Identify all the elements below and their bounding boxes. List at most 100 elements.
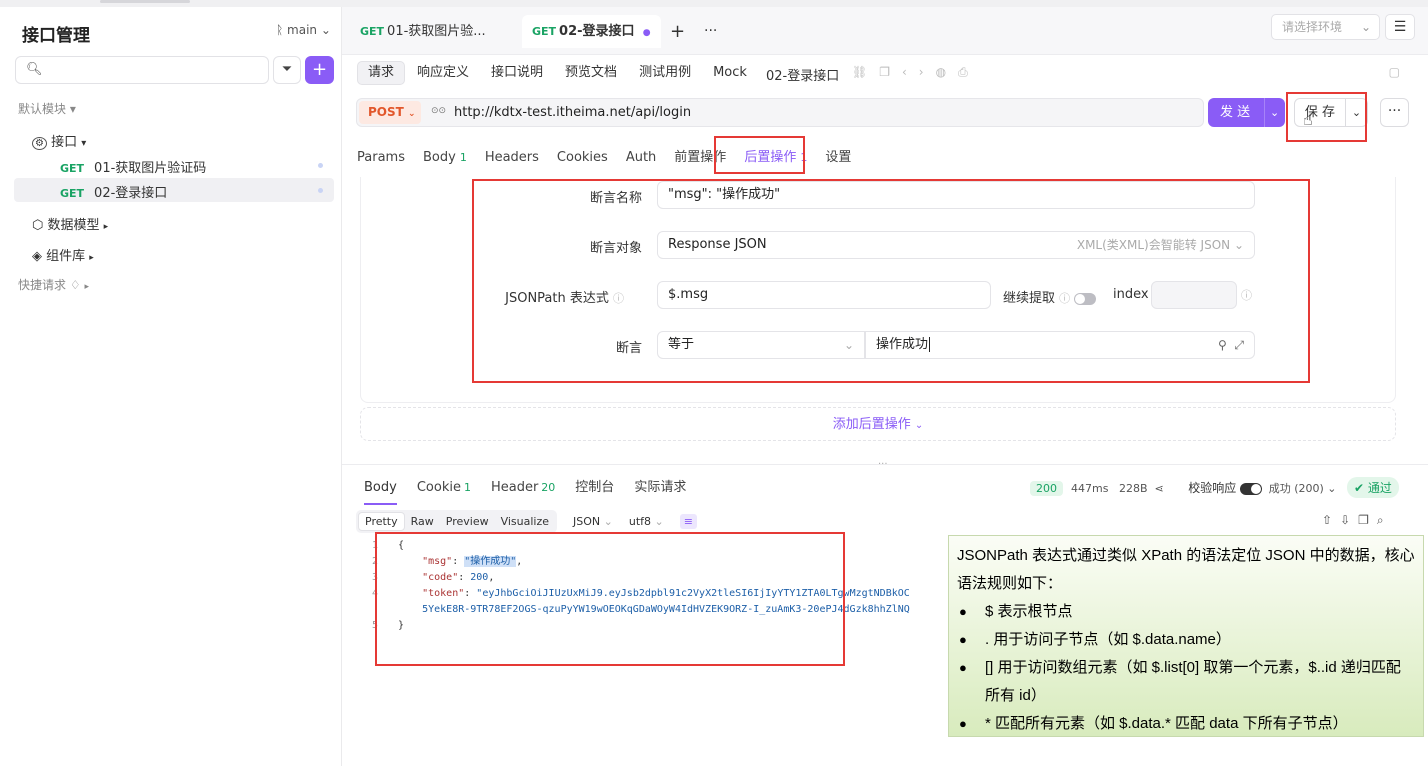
sidebar-item-api-01[interactable]: GET 01-获取图片验证码 [60, 157, 206, 176]
verify-label: 校验响应 [1188, 481, 1237, 495]
environment-select[interactable]: 请选择环境 ⌄ [1271, 14, 1380, 40]
verify-toggle[interactable] [1239, 483, 1262, 495]
api-name: 02-登录接口 [94, 186, 168, 201]
subtab-preview-doc[interactable]: 预览文档 [555, 61, 627, 85]
format-raw[interactable]: Raw [405, 513, 440, 530]
branch-selector[interactable]: ᚱ main ⌄ [276, 23, 331, 37]
sidebar-item-default-module[interactable]: 默认模块 ▾ [18, 100, 76, 117]
pass-badge: ✔ 通过 [1347, 477, 1399, 498]
tab-settings[interactable]: 设置 [825, 146, 851, 165]
encoding-select[interactable]: utf8 ⌄ [629, 515, 664, 528]
response-tools: ⇧⇩❐⌕ [1322, 513, 1392, 528]
tab-api-01[interactable]: GET 01-获取图片验... [350, 15, 496, 48]
copy-icon[interactable]: ❐ [879, 65, 902, 79]
tab-label: Cookie [416, 480, 461, 495]
content-type-select[interactable]: JSON ⌄ [573, 515, 613, 528]
tab-label: Cookies [556, 150, 608, 165]
check-icon: ✔ [1354, 481, 1365, 495]
branch-icon: ᚱ [276, 23, 284, 37]
layers-icon: ◈ [32, 249, 42, 264]
pass-label: 通过 [1367, 481, 1392, 495]
tab-method: GET [532, 25, 557, 38]
print-icon[interactable]: ⎙ [958, 65, 980, 79]
send-label: 发 送 [1220, 105, 1251, 120]
resp-tab-actual-request[interactable]: 实际请求 [634, 476, 686, 503]
window-handle [100, 0, 190, 3]
method-select[interactable]: POST ⌄ [359, 101, 421, 124]
tooltip-rule: [] 用于访问数组元素（如 $.list[0] 取第一个元素，$..id 递归匹… [957, 654, 1415, 710]
chevron-down-icon: ⌄ [1360, 20, 1371, 34]
pane-divider [342, 464, 1428, 465]
tab-label: 01-获取图片验... [387, 24, 486, 39]
response-size: 228B [1118, 482, 1148, 495]
upload-icon[interactable]: ⇧ [1322, 513, 1340, 527]
chevron-down-icon: ⌄ [914, 420, 924, 431]
chevron-down-icon: ⌄ [654, 515, 664, 528]
caret-right-icon: ▸ [84, 282, 89, 292]
tab-params[interactable]: Params [357, 150, 405, 165]
tab-body[interactable]: Body 1 [423, 150, 467, 165]
menu-button[interactable]: ☰ [1385, 14, 1415, 40]
tab-label: 实际请求 [634, 480, 687, 495]
verify-status[interactable]: 成功 (200) [1269, 482, 1324, 495]
subtab-mock[interactable]: Mock [703, 61, 757, 85]
tab-label: 02-登录接口 [559, 24, 635, 39]
wrap-lines-icon[interactable]: ≡ [679, 514, 697, 529]
api-subtabs: 请求 响应定义 接口说明 预览文档 测试用例 Mock [357, 61, 759, 85]
tab-auth[interactable]: Auth [626, 150, 656, 165]
resp-tab-body[interactable]: Body [364, 480, 397, 505]
resp-tab-cookie[interactable]: Cookie 1 [417, 480, 471, 503]
new-tab-button[interactable]: + [660, 15, 695, 48]
subtab-request[interactable]: 请求 [357, 61, 406, 85]
app-window: 接口管理 ᚱ main ⌄ 🔍︎ ⏷ + 默认模块 ▾ ⚙ 接口 ▾ GET 01… [0, 0, 1428, 766]
panel-toggle-icon[interactable]: ▢ [1389, 65, 1400, 79]
response-time: 447ms [1071, 482, 1109, 495]
more-button[interactable]: ··· [1380, 98, 1409, 127]
tab-label: Header [490, 480, 539, 495]
filter-button[interactable]: ⏷ [273, 56, 301, 84]
resp-tab-header[interactable]: Header 20 [491, 480, 555, 503]
sidebar-item-api-folder[interactable]: ⚙ 接口 ▾ [32, 131, 86, 150]
resp-tab-console[interactable]: 控制台 [575, 476, 614, 503]
tab-cookies[interactable]: Cookies [557, 150, 608, 165]
method-value: POST [368, 105, 404, 119]
sidebar-title: 接口管理 [22, 26, 90, 46]
add-post-operation-button[interactable]: 添加后置操作 ⌄ [360, 407, 1396, 441]
tab-headers[interactable]: Headers [485, 150, 539, 165]
tab-more-button[interactable]: ··· [694, 15, 727, 48]
search-icon[interactable]: ⌕ [1377, 513, 1392, 527]
subtab-api-doc[interactable]: 接口说明 [481, 61, 553, 85]
code-icon[interactable]: ‹› [902, 65, 936, 79]
format-preview[interactable]: Preview [440, 513, 495, 530]
annotation-box-post-tab [714, 136, 805, 174]
send-button[interactable]: 发 送 ⌄ [1208, 98, 1285, 127]
sidebar-item-data-models[interactable]: ⬡ 数据模型 ▸ [32, 214, 108, 233]
link-icon[interactable]: ⛓ [852, 65, 879, 79]
format-pretty[interactable]: Pretty [358, 512, 405, 531]
sidebar-item-quick-requests[interactable]: 快捷请求 ♢ ▸ [18, 276, 89, 293]
add-button[interactable]: + [305, 56, 334, 84]
tab-label: Auth [625, 150, 657, 165]
globe-icon[interactable]: ◍ [936, 65, 958, 79]
components-label: 组件库 [46, 249, 86, 264]
share-icon[interactable]: ⋖ [1155, 482, 1164, 495]
download-icon[interactable]: ⇩ [1340, 513, 1358, 527]
annotation-box-assertion [472, 179, 1310, 383]
jsonpath-explanation-tooltip: JSONPath 表达式通过类似 XPath 的语法定位 JSON 中的数据，核… [948, 535, 1424, 738]
sidebar-item-components[interactable]: ◈ 组件库 ▸ [32, 245, 94, 264]
url-input[interactable]: http://kdtx-test.itheima.net/api/login [454, 105, 691, 120]
copy-icon[interactable]: ❐ [1358, 513, 1377, 527]
tooltip-rule: * 匹配所有元素（如 $.data.* 匹配 data 下所有子节点） [957, 710, 1415, 738]
subtab-response-def[interactable]: 响应定义 [407, 61, 479, 85]
tab-bar: GET 01-获取图片验... GET 02-登录接口 ● + ··· 请选择环境 ⌄… [342, 7, 1428, 55]
format-segment: Pretty Raw Preview Visualize [356, 510, 558, 533]
chevron-down-icon[interactable]: ⌄ [1270, 98, 1279, 127]
subtab-test-cases[interactable]: 测试用例 [629, 61, 701, 85]
format-visualize[interactable]: Visualize [495, 513, 555, 530]
caret-icon: ▾ [81, 138, 87, 149]
sidebar-item-api-02[interactable]: GET 02-登录接口 [60, 182, 167, 201]
branch-name: main [287, 23, 318, 37]
search-input[interactable]: 🔍︎ [15, 56, 269, 84]
tab-api-02[interactable]: GET 02-登录接口 ● [522, 15, 661, 48]
annotation-box-save [1286, 92, 1367, 142]
